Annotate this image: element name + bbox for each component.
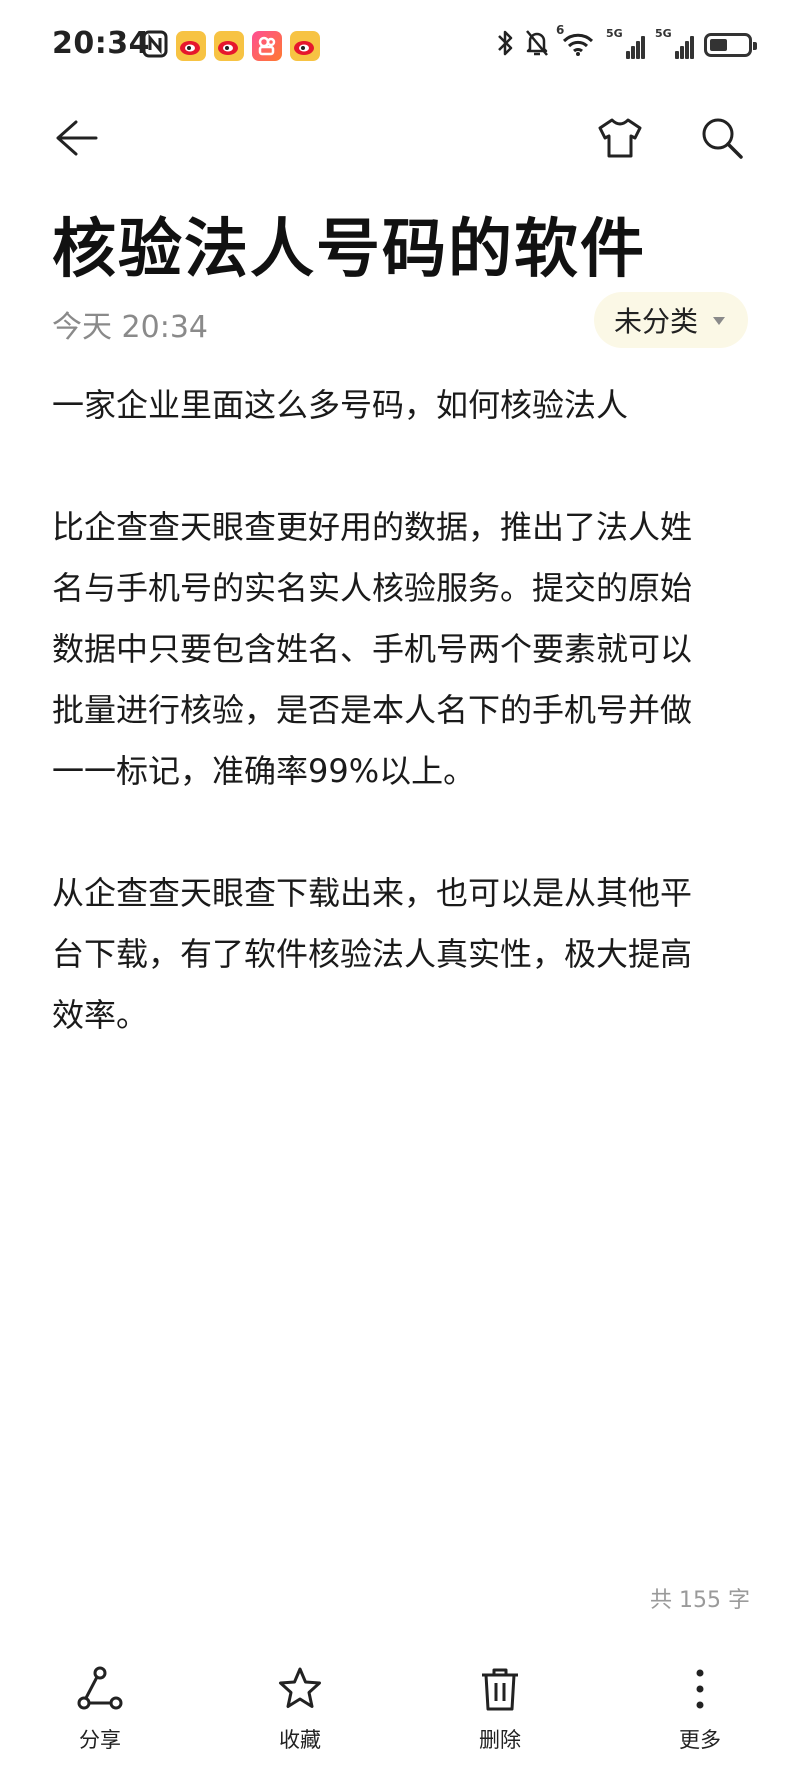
text-line: 一家企业里面这么多号码，如何核验法人	[52, 386, 629, 424]
wifi-tag: 6	[556, 23, 565, 37]
notification-icons	[142, 30, 320, 62]
text-line: 名与手机号的实名实人核验服务。提交的原始	[52, 569, 693, 607]
word-count: 共 155 字	[650, 1588, 750, 1613]
delete-button[interactable]: 删除	[440, 1662, 560, 1754]
theme-button[interactable]	[590, 110, 650, 170]
share-button[interactable]: 分享	[40, 1662, 160, 1754]
weibo-app-icon	[176, 31, 206, 61]
delete-label: 删除	[479, 1728, 521, 1752]
share-icon	[76, 1662, 124, 1716]
more-label: 更多	[679, 1728, 721, 1752]
text-line: 比企查查天眼查更好用的数据，推出了法人姓	[52, 508, 693, 546]
search-button[interactable]	[692, 110, 752, 170]
paragraph: 从企查查天眼查下载出来，也可以是从其他平 台下载，有了软件核验法人真实性，极大提…	[52, 863, 752, 1046]
kuaishou-app-icon	[252, 31, 282, 61]
note-meta: 今天 20:34 未分类	[52, 292, 748, 348]
signal-icon: 5G	[606, 27, 645, 59]
mute-bell-icon	[524, 28, 550, 62]
note-title[interactable]: 核验法人号码的软件	[52, 198, 646, 290]
paragraph: 一家企业里面这么多号码，如何核验法人	[52, 375, 752, 436]
text-line: 数据中只要包含姓名、手机号两个要素就可以	[52, 630, 693, 668]
nfc-icon	[142, 30, 168, 62]
weibo-app-icon	[214, 31, 244, 61]
paragraph: 比企查查天眼查更好用的数据，推出了法人姓 名与手机号的实名实人核验服务。提交的原…	[52, 497, 752, 802]
battery-icon	[704, 33, 757, 57]
star-icon	[276, 1662, 324, 1716]
status-time: 20:34	[52, 26, 150, 61]
triangle-down-icon	[712, 311, 726, 330]
text-line: 效率。	[52, 996, 149, 1034]
weibo-app-icon	[290, 31, 320, 61]
back-button[interactable]	[46, 110, 106, 170]
bottom-action-bar: 分享 收藏 删除 更多	[0, 1650, 800, 1765]
text-line: 批量进行核验，是否是本人名下的手机号并做	[52, 691, 693, 729]
text-line: 一一标记，准确率99%以上。	[52, 752, 476, 790]
text-line: 台下载，有了软件核验法人真实性，极大提高	[52, 935, 693, 973]
wifi-icon: 6	[556, 23, 596, 61]
note-body[interactable]: 一家企业里面这么多号码，如何核验法人 比企查查天眼查更好用的数据，推出了法人姓 …	[52, 375, 752, 1046]
status-bar: 20:34 6 5G 5G	[0, 0, 800, 96]
arrow-left-icon	[54, 118, 98, 162]
network-tag: 5G	[655, 27, 672, 40]
network-tag: 5G	[606, 27, 623, 40]
trash-icon	[478, 1662, 522, 1716]
signal-icon: 5G	[655, 27, 694, 59]
system-status-icons: 6 5G 5G	[496, 23, 757, 62]
favorite-label: 收藏	[279, 1728, 321, 1752]
category-selector[interactable]: 未分类	[593, 292, 748, 348]
bluetooth-icon	[496, 28, 514, 62]
more-button[interactable]: 更多	[640, 1662, 760, 1754]
share-label: 分享	[79, 1728, 121, 1752]
search-icon	[699, 115, 745, 165]
category-label: 未分类	[613, 305, 698, 338]
text-line: 从企查查天眼查下载出来，也可以是从其他平	[52, 874, 693, 912]
favorite-button[interactable]: 收藏	[240, 1662, 360, 1754]
tshirt-icon	[596, 116, 644, 164]
note-timestamp: 今天 20:34	[52, 310, 208, 345]
more-vertical-icon	[694, 1662, 706, 1716]
note-toolbar	[0, 96, 800, 186]
